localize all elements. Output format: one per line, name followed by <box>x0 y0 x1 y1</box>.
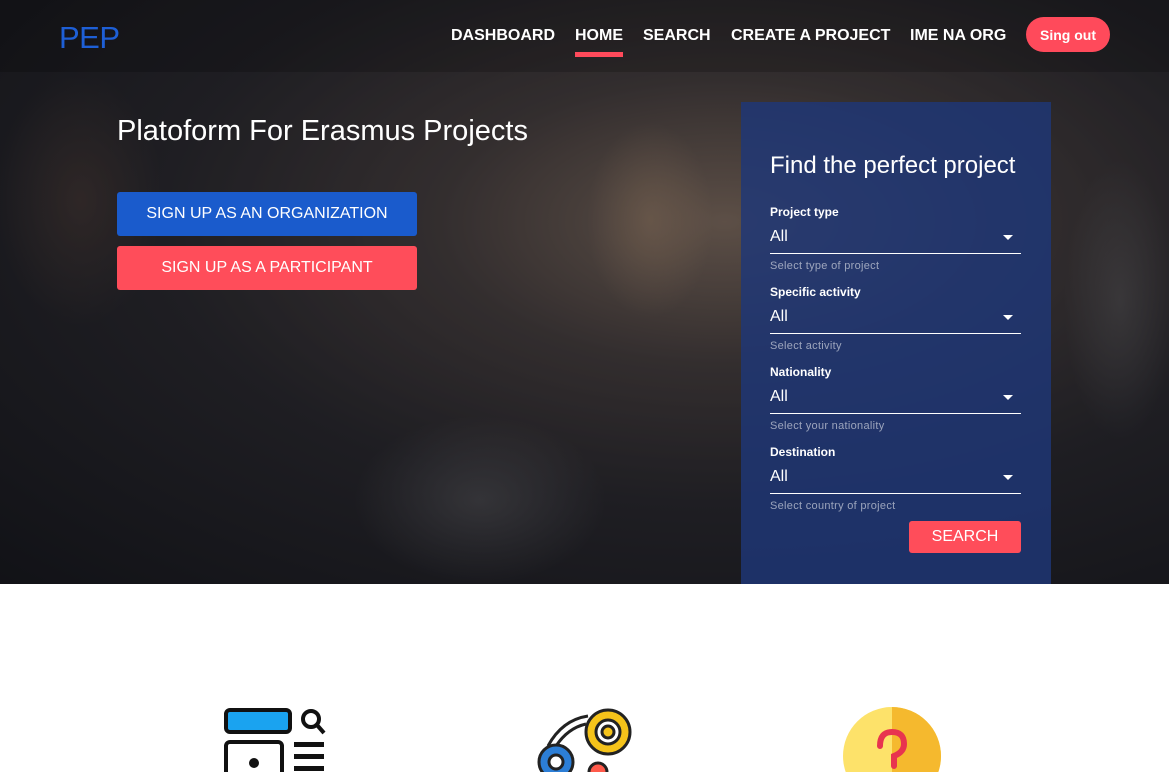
logo[interactable]: PEP <box>59 20 120 56</box>
top-navbar: PEP DASHBOARD HOME SEARCH CREATE A PROJE… <box>0 0 1169 72</box>
select-value: All <box>770 228 788 245</box>
project-type-select[interactable]: All <box>770 226 1021 254</box>
search-button[interactable]: SEARCH <box>909 521 1021 553</box>
signout-button[interactable]: Sing out <box>1026 17 1110 52</box>
specific-activity-select[interactable]: All <box>770 306 1021 334</box>
hero-title: Platoform For Erasmus Projects <box>117 115 528 147</box>
field-label: Destination <box>770 445 836 459</box>
nav-search[interactable]: SEARCH <box>643 27 711 45</box>
field-help: Select activity <box>770 340 842 352</box>
nav-home[interactable]: HOME <box>575 27 623 57</box>
nationality-select[interactable]: All <box>770 386 1021 414</box>
nav-org-profile[interactable]: IME NA ORG <box>910 27 1006 45</box>
specific-activity-field: Specific activity All Select activity <box>770 285 1021 352</box>
destination-select[interactable]: All <box>770 466 1021 494</box>
field-label: Nationality <box>770 365 832 379</box>
field-label: Project type <box>770 205 839 219</box>
nav-create-project[interactable]: CREATE A PROJECT <box>731 27 890 45</box>
select-value: All <box>770 468 788 485</box>
caret-down-icon <box>1003 395 1013 400</box>
caret-down-icon <box>1003 235 1013 240</box>
signup-participant-button[interactable]: SIGN UP AS A PARTICIPANT <box>117 246 417 290</box>
hero-section: PEP DASHBOARD HOME SEARCH CREATE A PROJE… <box>0 0 1169 584</box>
select-value: All <box>770 388 788 405</box>
search-panel-title: Find the perfect project <box>770 152 1016 179</box>
field-help: Select type of project <box>770 260 880 272</box>
select-value: All <box>770 308 788 325</box>
caret-down-icon <box>1003 475 1013 480</box>
field-help: Select your nationality <box>770 420 885 432</box>
destination-field: Destination All Select country of projec… <box>770 445 1021 512</box>
nav-dashboard[interactable]: DASHBOARD <box>451 27 555 45</box>
signup-organization-button[interactable]: SIGN UP AS AN ORGANIZATION <box>117 192 417 236</box>
field-label: Specific activity <box>770 285 861 299</box>
search-panel: Find the perfect project Project type Al… <box>741 102 1051 584</box>
gears-icon <box>537 708 632 772</box>
project-type-field: Project type All Select type of project <box>770 205 1021 272</box>
field-help: Select country of project <box>770 500 896 512</box>
question-icon <box>843 707 941 772</box>
nationality-field: Nationality All Select your nationality <box>770 365 1021 432</box>
browser-search-icon <box>224 708 326 772</box>
caret-down-icon <box>1003 315 1013 320</box>
